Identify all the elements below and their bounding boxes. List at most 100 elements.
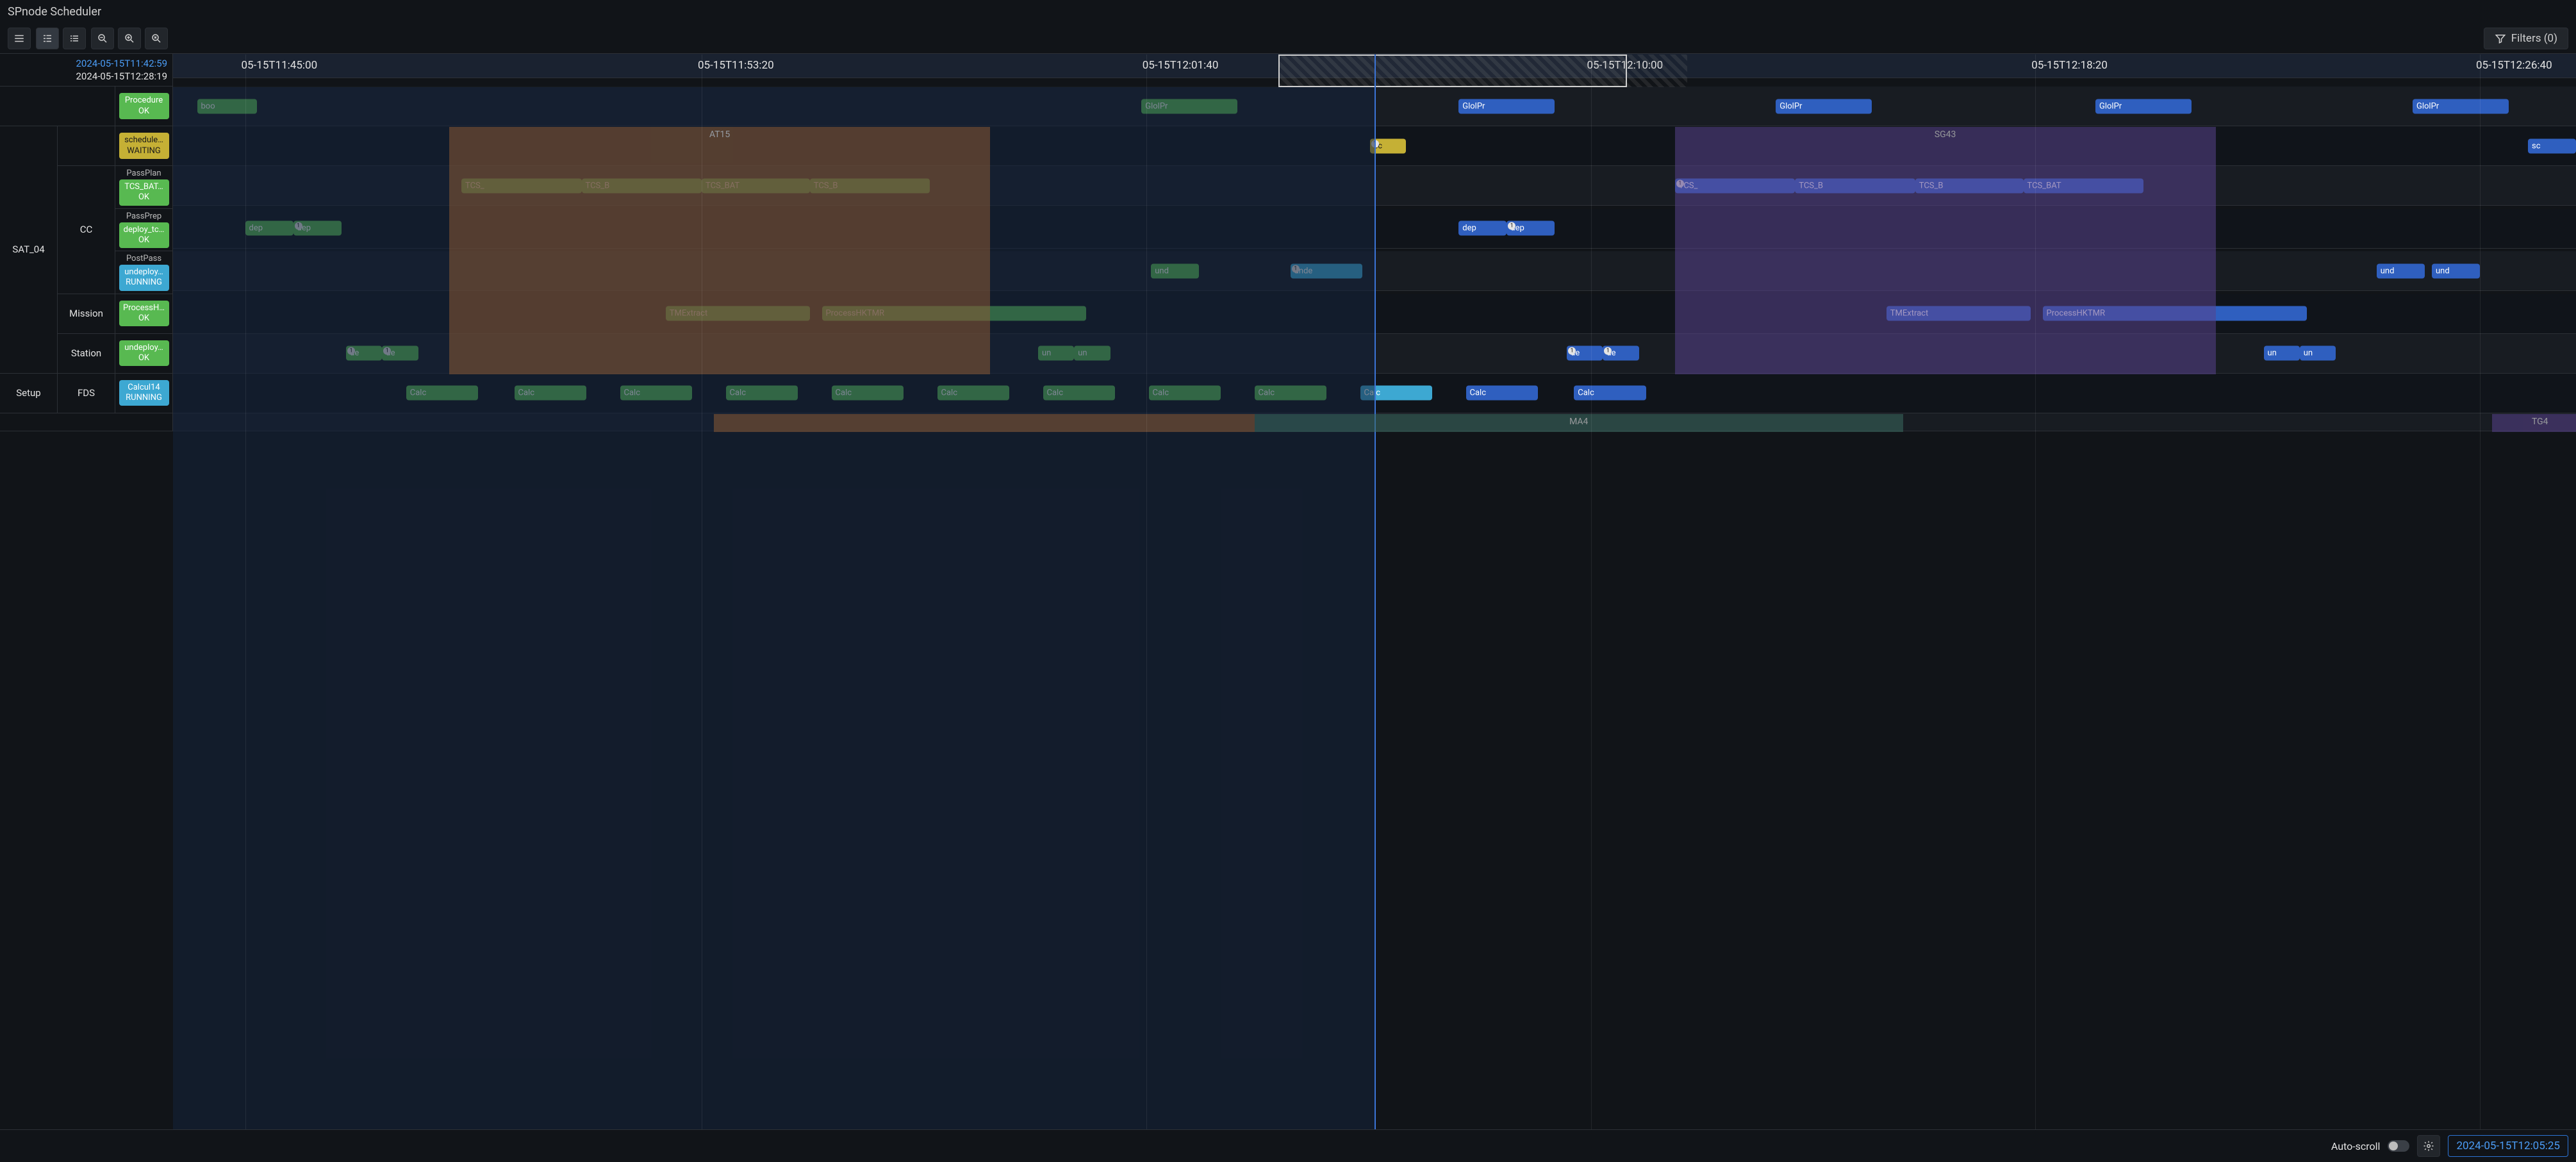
- timeline-event[interactable]: TCS_B: [1795, 178, 1915, 193]
- timeline-event[interactable]: GlolPr: [2413, 99, 2509, 113]
- view-compact-button[interactable]: [63, 28, 86, 49]
- timeline-event[interactable]: Calc: [1043, 386, 1116, 401]
- timeline-event[interactable]: sc: [2528, 138, 2576, 153]
- timeline-event[interactable]: dep1: [293, 221, 342, 236]
- status-chip[interactable]: ProcessH…OK: [119, 301, 169, 327]
- timeline-event[interactable]: dep: [1458, 221, 1507, 236]
- timeline-event[interactable]: de1: [382, 346, 418, 361]
- current-time: 2024-05-15T12:05:25: [2448, 1135, 2568, 1157]
- timeline-event[interactable]: boo: [197, 99, 258, 113]
- autoscroll-toggle[interactable]: [2388, 1140, 2409, 1152]
- group-label-station: Station: [58, 334, 115, 374]
- status-chip[interactable]: undeploy…OK: [119, 340, 169, 367]
- timeline-event[interactable]: de1: [1603, 346, 1639, 361]
- timeline-event[interactable]: GlolPr: [1141, 99, 1237, 113]
- row-label: [0, 413, 173, 431]
- timeline-event[interactable]: und: [1151, 263, 1199, 278]
- timeline-event[interactable]: GlolPr: [1458, 99, 1555, 113]
- group-label-cc: CC: [58, 166, 115, 294]
- timeline-lane[interactable]: sc1 sc: [173, 126, 2576, 166]
- satellite-label: SAT_04: [0, 126, 58, 374]
- timeline-event[interactable]: de1: [1567, 346, 1603, 361]
- timeline-lane[interactable]: boo GlolPr GlolPr GlolPr GlolPr GlolPr: [173, 87, 2576, 126]
- timeline-event[interactable]: un: [2300, 346, 2336, 361]
- timeline-event[interactable]: TCS_B: [1915, 178, 2024, 193]
- status-chip[interactable]: TCS_BAT…OK: [119, 179, 169, 206]
- timeline-lane[interactable]: [173, 413, 2576, 431]
- ruler-tick: 05-15T12:26:40: [2476, 59, 2552, 72]
- timeline-event[interactable]: und: [2377, 263, 2425, 278]
- chip-cell: Calcul14RUNNING: [115, 374, 173, 413]
- group-label-setup: Setup: [0, 374, 58, 413]
- timeline-event[interactable]: Calc: [832, 386, 904, 401]
- menu-button[interactable]: [8, 28, 31, 49]
- timeline-event[interactable]: un: [1074, 346, 1110, 361]
- timeline-lane[interactable]: undunde1undund: [173, 251, 2576, 291]
- timeline-event[interactable]: TCS_1: [1675, 178, 1796, 193]
- timeline-event[interactable]: Calc: [1149, 386, 1221, 401]
- range-end: 2024-05-15T12:28:19: [76, 71, 167, 82]
- timeline-event[interactable]: Calc: [1360, 386, 1433, 401]
- timeline-event[interactable]: TCS_B: [810, 178, 930, 193]
- ruler-tick: 05-15T12:18:20: [2031, 59, 2108, 72]
- filter-icon: [2495, 33, 2506, 44]
- timeline-event[interactable]: GlolPr: [1776, 99, 1872, 113]
- zoom-in-button[interactable]: [118, 28, 141, 49]
- ruler-tick: 05-15T11:53:20: [698, 59, 774, 72]
- timeline-event[interactable]: TMExtract: [1887, 306, 2031, 321]
- timeline-event[interactable]: de1: [346, 346, 382, 361]
- timeline-event[interactable]: Calc: [937, 386, 1010, 401]
- timeline-event[interactable]: TCS_BAT: [2024, 178, 2144, 193]
- group-label-fds: FDS: [58, 374, 115, 413]
- timeline-event[interactable]: GlolPr: [2095, 99, 2192, 113]
- filters-label: Filters (0): [2511, 32, 2557, 45]
- status-chip[interactable]: undeploy…RUNNING: [119, 265, 169, 291]
- timeline-event[interactable]: TCS_B: [582, 178, 702, 193]
- timeline-event[interactable]: TMExtract: [666, 306, 810, 321]
- timeline-lane[interactable]: TCS_TCS_BTCS_BATTCS_BTCS_1TCS_BTCS_BTCS_…: [173, 166, 2576, 206]
- timeline-grid: 2024-05-15T11:42:59 2024-05-15T12:28:19 …: [0, 54, 2576, 431]
- timeline-event[interactable]: Calc: [726, 386, 798, 401]
- timeline-event[interactable]: dep: [245, 221, 293, 236]
- settings-button[interactable]: [2417, 1135, 2440, 1157]
- timeline-event[interactable]: dep1: [1507, 221, 1555, 236]
- timeline-event[interactable]: Calc: [1255, 386, 1327, 401]
- timeline-lane[interactable]: TMExtract ProcessHKTMR TMExtract ProcessHKT…: [173, 294, 2576, 334]
- status-chip[interactable]: ProcedureOK: [119, 93, 169, 119]
- zoom-fit-button[interactable]: [145, 28, 168, 49]
- app-title: SPnode Scheduler: [0, 0, 2576, 24]
- timeline-event[interactable]: Calc: [515, 386, 587, 401]
- status-chip[interactable]: deploy_tc…OK: [119, 222, 169, 249]
- timeline-event[interactable]: unde1: [1291, 263, 1363, 278]
- timeline-lane[interactable]: Calc Calc Calc Calc Calc Calc Calc Calc Calc Calc…: [173, 374, 2576, 413]
- row-label: PassPlanTCS_BAT…OK: [115, 166, 173, 209]
- status-chip[interactable]: schedule…WAITING: [119, 133, 169, 159]
- chip-cell: ProcessH…OK: [115, 294, 173, 334]
- status-chip[interactable]: Calcul14RUNNING: [119, 380, 169, 406]
- timeline-event[interactable]: Calc: [406, 386, 479, 401]
- zoom-out-button[interactable]: [91, 28, 114, 49]
- ruler-tick: 05-15T12:01:40: [1143, 59, 1219, 72]
- timeline-event[interactable]: sc1: [1370, 138, 1406, 153]
- row-label: PassPrepdeploy_tc…OK: [115, 209, 173, 252]
- row-label: PostPassundeploy…RUNNING: [115, 251, 173, 294]
- range-start: 2024-05-15T11:42:59: [76, 58, 167, 69]
- timeline-event[interactable]: un: [2264, 346, 2300, 361]
- timeline-event[interactable]: ProcessHKTMR: [2043, 306, 2308, 321]
- timeline-event[interactable]: und: [2432, 263, 2480, 278]
- row-label: [0, 87, 115, 126]
- chip-cell: undeploy…OK: [115, 334, 173, 374]
- timeline-lane[interactable]: depdep1depdep1: [173, 209, 2576, 249]
- timeline-event[interactable]: Calc: [620, 386, 693, 401]
- timeline-event[interactable]: TCS_: [461, 178, 582, 193]
- timeline-event[interactable]: un: [1038, 346, 1074, 361]
- time-ruler[interactable]: 05-15T11:45:0005-15T11:53:2005-15T12:01:…: [173, 54, 2576, 78]
- view-list-button[interactable]: [36, 28, 59, 49]
- timeline-event[interactable]: ProcessHKTMR: [822, 306, 1087, 321]
- timeline-event[interactable]: Calc: [1466, 386, 1539, 401]
- timeline-event[interactable]: Calc: [1574, 386, 1646, 401]
- timeline-event[interactable]: TCS_BAT: [702, 178, 810, 193]
- toolbar: Filters (0): [0, 24, 2576, 53]
- filters-button[interactable]: Filters (0): [2484, 28, 2568, 49]
- timeline-lane[interactable]: de1de1ununde1de1unun: [173, 334, 2576, 374]
